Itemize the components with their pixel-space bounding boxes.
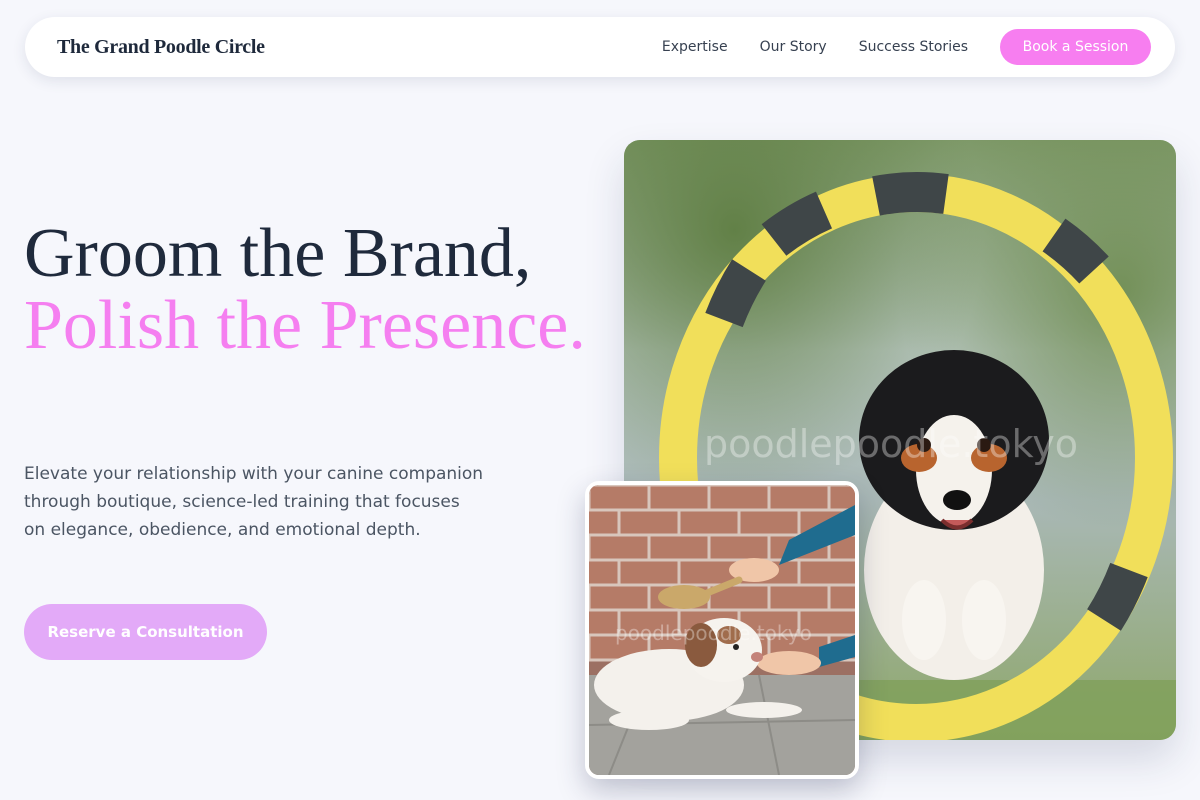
nav-link-our-story[interactable]: Our Story (760, 39, 827, 55)
headline-line-2: Polish the Presence. (24, 287, 586, 364)
nav-link-expertise[interactable]: Expertise (662, 39, 728, 55)
brand-logo[interactable]: The Grand Poodle Circle (57, 36, 265, 59)
hero-headline: Groom the Brand, Polish the Presence. (24, 218, 604, 362)
reserve-consultation-button[interactable]: Reserve a Consultation (24, 604, 267, 660)
grooming-photo: poodlepoodle.tokyo (585, 481, 859, 779)
small-image-watermark: poodlepoodle.tokyo (615, 621, 812, 645)
nav-link-success-stories[interactable]: Success Stories (859, 39, 968, 55)
headline-line-1: Groom the Brand, (24, 215, 532, 292)
nav-links: Expertise Our Story Success Stories Book… (662, 29, 1151, 65)
hero-description: Elevate your relationship with your cani… (24, 464, 484, 540)
top-navigation: The Grand Poodle Circle Expertise Our St… (25, 17, 1175, 77)
book-session-button[interactable]: Book a Session (1000, 29, 1151, 65)
main-image-watermark: poodlepoodle.tokyo (704, 422, 1078, 466)
